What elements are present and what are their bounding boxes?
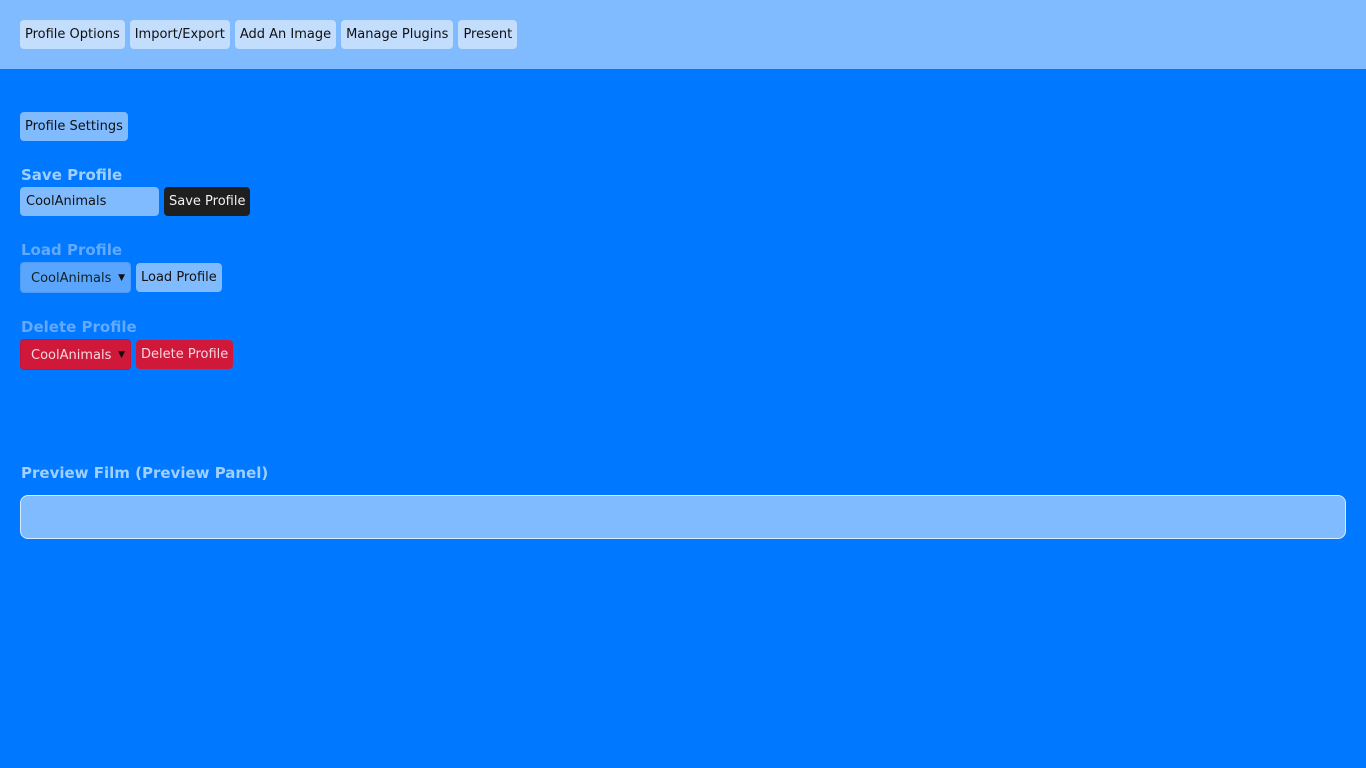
present-button[interactable]: Present	[458, 20, 518, 49]
delete-profile-heading: Delete Profile	[21, 318, 137, 336]
save-profile-heading: Save Profile	[21, 166, 123, 184]
preview-panel[interactable]	[20, 495, 1346, 539]
profile-name-input[interactable]	[20, 187, 159, 216]
load-profile-heading: Load Profile	[21, 241, 123, 259]
save-profile-button[interactable]: Save Profile	[164, 187, 251, 216]
load-profile-selected: CoolAnimals	[31, 271, 112, 286]
profile-settings-row: Profile Settings	[20, 112, 128, 141]
delete-profile-button[interactable]: Delete Profile	[136, 340, 234, 369]
manage-plugins-button[interactable]: Manage Plugins	[341, 20, 454, 49]
delete-profile-selected: CoolAnimals	[31, 348, 112, 363]
delete-profile-row: CoolAnimals ▼ Delete Profile	[20, 339, 234, 370]
load-profile-row: CoolAnimals ▼ Load Profile	[20, 262, 222, 293]
profile-settings-button[interactable]: Profile Settings	[20, 112, 128, 141]
top-toolbar: Profile Options Import/Export Add An Ima…	[0, 0, 1366, 69]
save-profile-row: Save Profile	[20, 187, 251, 216]
load-profile-button[interactable]: Load Profile	[136, 263, 222, 292]
profile-options-button[interactable]: Profile Options	[20, 20, 125, 49]
add-image-button[interactable]: Add An Image	[234, 20, 337, 49]
delete-profile-select[interactable]: CoolAnimals ▼	[20, 339, 131, 370]
dropdown-arrow-icon: ▼	[118, 350, 125, 360]
top-nav: Profile Options Import/Export Add An Ima…	[20, 20, 518, 49]
preview-film-heading: Preview Film (Preview Panel)	[21, 464, 269, 482]
dropdown-arrow-icon: ▼	[118, 273, 125, 283]
import-export-button[interactable]: Import/Export	[129, 20, 230, 49]
load-profile-select[interactable]: CoolAnimals ▼	[20, 262, 131, 293]
